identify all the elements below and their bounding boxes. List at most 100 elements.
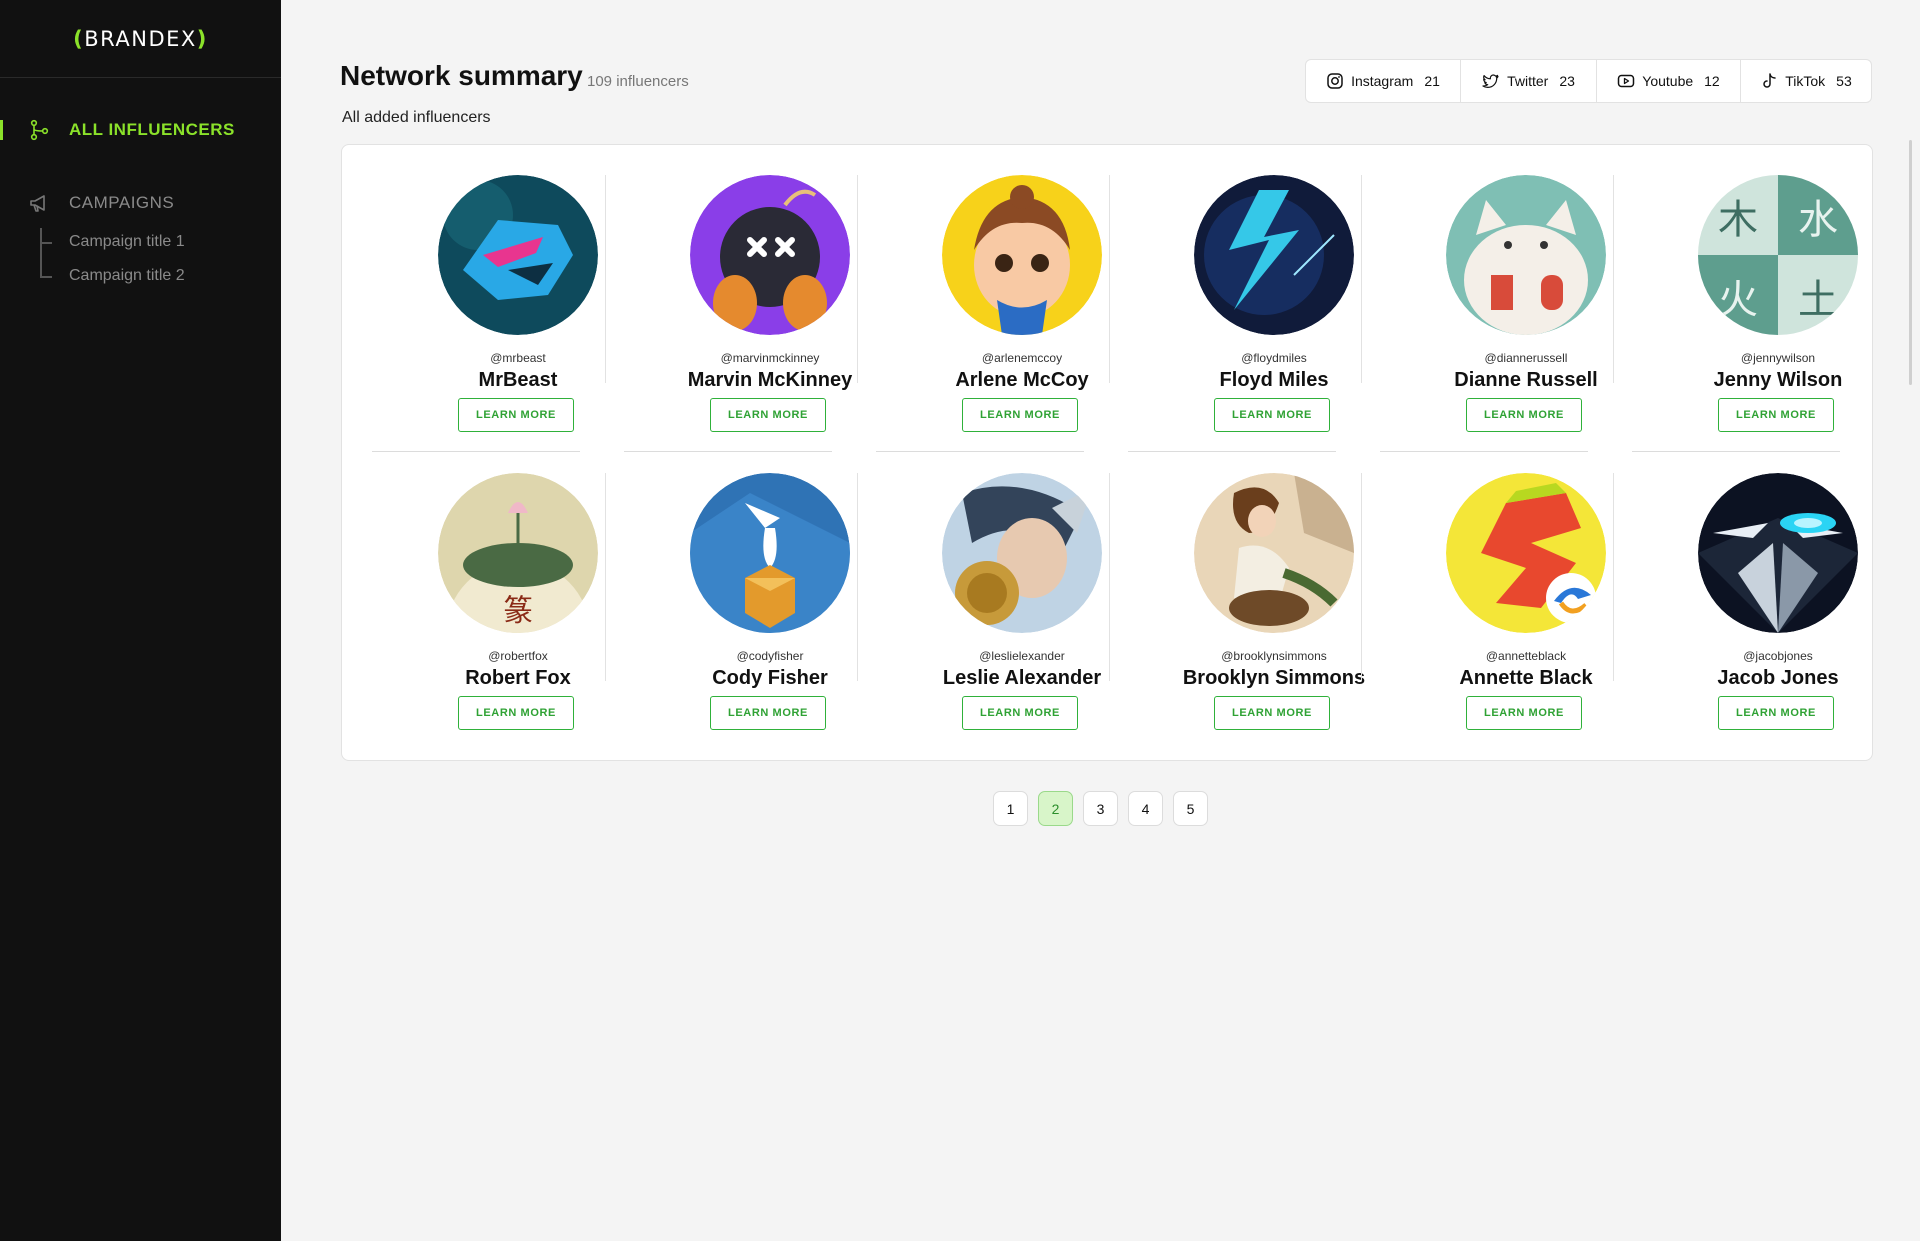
influencer-card: @mrbeast MrBeast LEARN MORE [378,145,630,435]
influencer-card: @leslielexander Leslie Alexander LEARN M… [882,443,1134,733]
platform-label: Instagram [1351,73,1414,89]
learn-more-button[interactable]: LEARN MORE [458,696,574,730]
platform-label: Twitter [1507,73,1549,89]
learn-more-button[interactable]: LEARN MORE [1718,696,1834,730]
logo-bracket-left: ( [73,26,85,51]
influencer-handle: @marvinmckinney [720,351,820,365]
platform-twitter[interactable]: Twitter 23 [1461,60,1597,102]
learn-more-button[interactable]: LEARN MORE [458,398,574,432]
avatar[interactable] [1194,473,1354,633]
platform-count: 12 [1704,73,1720,89]
tree-branch [40,276,52,278]
influencer-name: MrBeast [478,369,558,391]
sidebar-item-all-influencers[interactable]: ALL INFLUENCERS [0,115,281,145]
avatar[interactable] [1446,175,1606,335]
learn-more-button[interactable]: LEARN MORE [1214,696,1330,730]
sidebar: ( BRANDEX ) ALL INFLUENCERS CAMPAIGNS Ca… [0,0,281,1241]
avatar[interactable]: 木水火土 [1698,175,1858,335]
row-divider [876,451,1084,452]
sidebar-item-label: ALL INFLUENCERS [69,120,235,139]
influencer-name: Jenny Wilson [1713,369,1843,391]
influencer-handle: @robertfox [488,649,548,663]
influencer-handle: @floydmiles [1241,351,1307,365]
influencer-name: Cody Fisher [712,667,828,689]
influencer-card: @arlenemccoy Arlene McCoy LEARN MORE [882,145,1134,435]
influencer-name: Leslie Alexander [942,667,1102,689]
platform-count: 53 [1836,73,1852,89]
platform-count: 21 [1424,73,1440,89]
platform-count: 23 [1559,73,1575,89]
influencer-name: Marvin McKinney [687,369,853,391]
learn-more-button[interactable]: LEARN MORE [1466,696,1582,730]
influencer-name: Dianne Russell [1454,369,1598,391]
learn-more-button[interactable]: LEARN MORE [962,696,1078,730]
sidebar-item-campaign-2[interactable]: Campaign title 2 [40,265,270,289]
avatar[interactable]: 篆 [438,473,598,633]
avatar[interactable] [690,473,850,633]
influencer-card: @diannerussell Dianne Russell LEARN MORE [1386,145,1638,435]
sidebar-item-campaigns[interactable]: CAMPAIGNS [0,188,281,218]
avatar[interactable] [690,175,850,335]
platform-youtube[interactable]: Youtube 12 [1597,60,1741,102]
logo-bracket-right: ) [196,26,208,51]
learn-more-button[interactable]: LEARN MORE [710,398,826,432]
influencer-handle: @leslielexander [979,649,1065,663]
avatar[interactable] [942,175,1102,335]
column-divider [1361,473,1362,681]
page-button-2[interactable]: 2 [1038,791,1073,826]
influencer-handle: @diannerussell [1484,351,1568,365]
scrollbar[interactable] [1909,140,1912,385]
avatar[interactable] [942,473,1102,633]
avatar[interactable] [1194,175,1354,335]
influencer-name: Brooklyn Simmons [1182,667,1366,689]
influencer-handle: @jennywilson [1740,351,1816,365]
influencer-name: Floyd Miles [1219,369,1329,391]
learn-more-button[interactable]: LEARN MORE [1466,398,1582,432]
page-button-3[interactable]: 3 [1083,791,1118,826]
avatar[interactable] [1698,473,1858,633]
platform-instagram[interactable]: Instagram 21 [1306,60,1461,102]
influencer-card: @marvinmckinney Marvin McKinney LEARN MO… [630,145,882,435]
column-divider [857,175,858,383]
influencer-handle: @jacobjones [1743,649,1813,663]
avatar[interactable] [438,175,598,335]
platform-label: TikTok [1785,73,1826,89]
learn-more-button[interactable]: LEARN MORE [710,696,826,730]
sidebar-item-label: CAMPAIGNS [69,193,175,212]
svg-text:篆: 篆 [503,594,533,629]
twitter-icon [1482,74,1499,88]
branch-icon [30,119,49,141]
influencer-name: Robert Fox [465,667,571,689]
platform-tiktok[interactable]: TikTok 53 [1741,60,1871,102]
brand-logo[interactable]: ( BRANDEX ) [0,0,281,78]
page-button-1[interactable]: 1 [993,791,1028,826]
influencer-name: Arlene McCoy [955,369,1089,391]
row-divider [1380,451,1588,452]
column-divider [1613,175,1614,383]
influencer-handle: @arlenemccoy [981,351,1063,365]
row-divider [624,451,832,452]
influencer-card: @annetteblack Annette Black LEARN MORE [1386,443,1638,733]
campaign-label: Campaign title 2 [69,267,185,284]
influencer-card: 木水火土 @jennywilson Jenny Wilson LEARN MOR… [1638,145,1890,435]
platform-label: Youtube [1642,73,1694,89]
tiktok-icon [1763,73,1776,88]
sidebar-item-campaign-1[interactable]: Campaign title 1 [40,231,270,255]
learn-more-button[interactable]: LEARN MORE [1214,398,1330,432]
svg-text:火: 火 [1718,277,1758,323]
campaign-label: Campaign title 1 [69,233,185,250]
page-button-5[interactable]: 5 [1173,791,1208,826]
column-divider [605,473,606,681]
influencer-handle: @annetteblack [1485,649,1567,663]
page-button-4[interactable]: 4 [1128,791,1163,826]
platform-filter: Instagram 21 Twitter 23 Youtube 12 TikTo… [1305,59,1872,103]
influencer-count: 109 influencers [587,73,689,90]
influencer-handle: @brooklynsimmons [1221,649,1327,663]
influencer-card: @brooklynsimmons Brooklyn Simmons LEARN … [1134,443,1386,733]
learn-more-button[interactable]: LEARN MORE [1718,398,1834,432]
influencer-grid: @mrbeast MrBeast LEARN MORE @marvinmckin… [341,144,1873,761]
learn-more-button[interactable]: LEARN MORE [962,398,1078,432]
avatar[interactable] [1446,473,1606,633]
influencer-card: @codyfisher Cody Fisher LEARN MORE [630,443,882,733]
influencer-name: Annette Black [1459,667,1593,689]
